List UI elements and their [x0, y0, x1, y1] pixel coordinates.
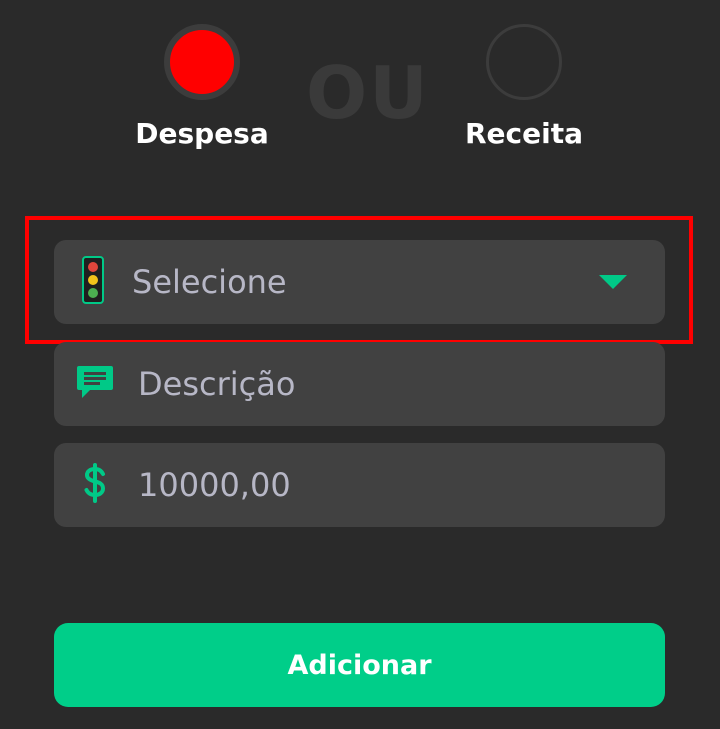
traffic-light-icon — [82, 256, 104, 308]
receita-radio[interactable] — [486, 24, 562, 100]
despesa-radio[interactable] — [164, 24, 240, 100]
description-placeholder: Descrição — [138, 365, 296, 403]
or-separator: OU — [306, 51, 430, 135]
description-field[interactable]: Descrição — [54, 342, 665, 426]
receita-label[interactable]: Receita — [444, 114, 604, 154]
category-value: Selecione — [132, 263, 287, 301]
transaction-type-toggle: OU Despesa Receita — [0, 0, 720, 170]
amount-value: 10000,00 — [138, 466, 291, 504]
message-icon — [76, 364, 114, 404]
amount-field[interactable]: 10000,00 — [54, 443, 665, 527]
dollar-icon — [82, 463, 108, 507]
add-button[interactable]: Adicionar — [54, 623, 665, 707]
chevron-down-icon[interactable] — [599, 275, 627, 289]
despesa-label[interactable]: Despesa — [122, 114, 282, 154]
category-select[interactable]: Selecione — [54, 240, 665, 324]
